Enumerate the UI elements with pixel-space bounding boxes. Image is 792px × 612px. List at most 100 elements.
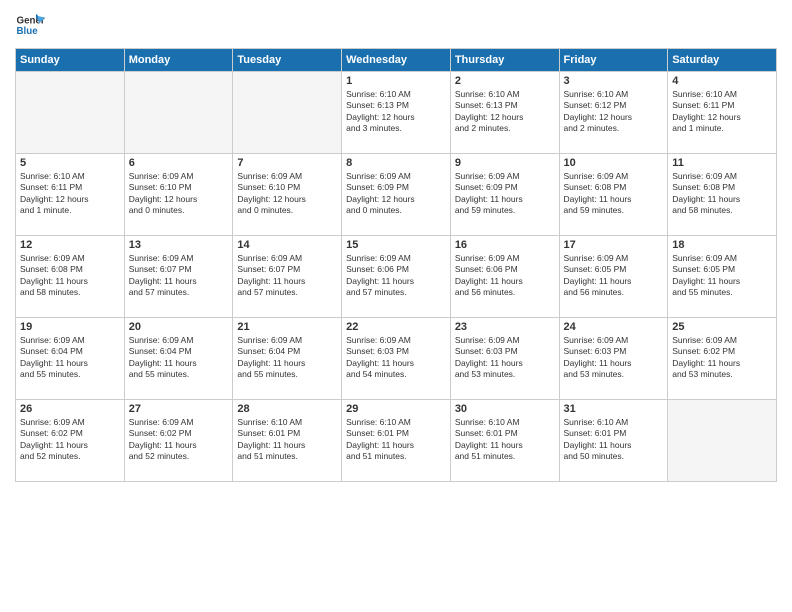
calendar-day-11: 11 Sunrise: 6:09 AM Sunset: 6:08 PM Dayli…	[668, 154, 777, 236]
calendar-day-21: 21Sunrise: 6:09 AM Sunset: 6:04 PM Dayli…	[233, 318, 342, 400]
day-info: Sunrise: 6:10 AM Sunset: 6:13 PM Dayligh…	[346, 89, 446, 135]
calendar-empty	[16, 72, 125, 154]
day-info: Sunrise: 6:10 AM Sunset: 6:12 PM Dayligh…	[564, 89, 664, 135]
day-number: 20	[129, 321, 229, 333]
day-header-wednesday: Wednesday	[342, 49, 451, 72]
day-info: Sunrise: 6:09 AM Sunset: 6:03 PM Dayligh…	[455, 335, 555, 381]
calendar-day-8: 8 Sunrise: 6:09 AM Sunset: 6:09 PM Daylig…	[342, 154, 451, 236]
day-info: Sunrise: 6:10 AM Sunset: 6:01 PM Dayligh…	[455, 417, 555, 463]
day-info: Sunrise: 6:09 AM Sunset: 6:09 PM Dayligh…	[455, 171, 555, 217]
day-number: 12	[20, 239, 120, 251]
calendar-day-7: 7 Sunrise: 6:09 AM Sunset: 6:10 PM Daylig…	[233, 154, 342, 236]
day-header-tuesday: Tuesday	[233, 49, 342, 72]
calendar-day-30: 30 Sunrise: 6:10 AM Sunset: 6:01 PM Dayli…	[450, 400, 559, 482]
day-info: Sunrise: 6:09 AM Sunset: 6:06 PM Dayligh…	[346, 253, 446, 299]
day-info: Sunrise: 6:10 AM Sunset: 6:01 PM Dayligh…	[346, 417, 446, 463]
day-info: Sunrise: 6:09 AM Sunset: 6:02 PM Dayligh…	[129, 417, 229, 463]
calendar-day-6: 6Sunrise: 6:09 AM Sunset: 6:10 PM Daylig…	[124, 154, 233, 236]
day-info: Sunrise: 6:09 AM Sunset: 6:05 PM Dayligh…	[564, 253, 664, 299]
day-info: Sunrise: 6:09 AM Sunset: 6:09 PM Dayligh…	[346, 171, 446, 217]
calendar-header-row: SundayMondayTuesdayWednesdayThursdayFrid…	[16, 49, 777, 72]
day-number: 30	[455, 403, 555, 415]
day-info: Sunrise: 6:09 AM Sunset: 6:03 PM Dayligh…	[346, 335, 446, 381]
calendar-week-4: 26Sunrise: 6:09 AM Sunset: 6:02 PM Dayli…	[16, 400, 777, 482]
calendar-day-13: 13 Sunrise: 6:09 AM Sunset: 6:07 PM Dayli…	[124, 236, 233, 318]
day-number: 31	[564, 403, 664, 415]
calendar-day-4: 4 Sunrise: 6:10 AM Sunset: 6:11 PM Daylig…	[668, 72, 777, 154]
day-number: 16	[455, 239, 555, 251]
day-info: Sunrise: 6:09 AM Sunset: 6:08 PM Dayligh…	[672, 171, 772, 217]
calendar-week-0: 1 Sunrise: 6:10 AM Sunset: 6:13 PM Daylig…	[16, 72, 777, 154]
day-number: 11	[672, 157, 772, 169]
calendar-week-3: 19 Sunrise: 6:09 AM Sunset: 6:04 PM Dayli…	[16, 318, 777, 400]
day-number: 14	[237, 239, 337, 251]
day-header-thursday: Thursday	[450, 49, 559, 72]
header: General Blue	[15, 10, 777, 40]
day-number: 24	[564, 321, 664, 333]
day-number: 8	[346, 157, 446, 169]
day-info: Sunrise: 6:10 AM Sunset: 6:13 PM Dayligh…	[455, 89, 555, 135]
page: General Blue SundayMondayTuesdayWednesda…	[0, 0, 792, 612]
calendar-day-27: 27 Sunrise: 6:09 AM Sunset: 6:02 PM Dayli…	[124, 400, 233, 482]
day-info: Sunrise: 6:09 AM Sunset: 6:07 PM Dayligh…	[237, 253, 337, 299]
day-number: 2	[455, 75, 555, 87]
day-header-monday: Monday	[124, 49, 233, 72]
svg-text:Blue: Blue	[17, 26, 39, 37]
day-info: Sunrise: 6:10 AM Sunset: 6:11 PM Dayligh…	[20, 171, 120, 217]
logo: General Blue	[15, 10, 47, 40]
day-number: 22	[346, 321, 446, 333]
day-number: 7	[237, 157, 337, 169]
calendar-day-9: 9 Sunrise: 6:09 AM Sunset: 6:09 PM Daylig…	[450, 154, 559, 236]
day-info: Sunrise: 6:09 AM Sunset: 6:02 PM Dayligh…	[672, 335, 772, 381]
calendar-day-22: 22 Sunrise: 6:09 AM Sunset: 6:03 PM Dayli…	[342, 318, 451, 400]
calendar-day-25: 25 Sunrise: 6:09 AM Sunset: 6:02 PM Dayli…	[668, 318, 777, 400]
calendar-day-20: 20 Sunrise: 6:09 AM Sunset: 6:04 PM Dayli…	[124, 318, 233, 400]
calendar-day-26: 26Sunrise: 6:09 AM Sunset: 6:02 PM Dayli…	[16, 400, 125, 482]
day-info: Sunrise: 6:09 AM Sunset: 6:08 PM Dayligh…	[20, 253, 120, 299]
calendar-day-12: 12 Sunrise: 6:09 AM Sunset: 6:08 PM Dayli…	[16, 236, 125, 318]
day-header-sunday: Sunday	[16, 49, 125, 72]
day-info: Sunrise: 6:09 AM Sunset: 6:04 PM Dayligh…	[237, 335, 337, 381]
day-number: 18	[672, 239, 772, 251]
day-number: 10	[564, 157, 664, 169]
day-number: 19	[20, 321, 120, 333]
calendar-day-5: 5 Sunrise: 6:10 AM Sunset: 6:11 PM Daylig…	[16, 154, 125, 236]
day-info: Sunrise: 6:09 AM Sunset: 6:06 PM Dayligh…	[455, 253, 555, 299]
day-number: 27	[129, 403, 229, 415]
calendar-day-19: 19 Sunrise: 6:09 AM Sunset: 6:04 PM Dayli…	[16, 318, 125, 400]
logo-icon: General Blue	[15, 10, 45, 40]
calendar-day-16: 16 Sunrise: 6:09 AM Sunset: 6:06 PM Dayli…	[450, 236, 559, 318]
day-header-saturday: Saturday	[668, 49, 777, 72]
day-number: 1	[346, 75, 446, 87]
calendar-week-1: 5 Sunrise: 6:10 AM Sunset: 6:11 PM Daylig…	[16, 154, 777, 236]
calendar-empty	[233, 72, 342, 154]
day-number: 28	[237, 403, 337, 415]
day-info: Sunrise: 6:09 AM Sunset: 6:10 PM Dayligh…	[237, 171, 337, 217]
calendar-day-31: 31Sunrise: 6:10 AM Sunset: 6:01 PM Dayli…	[559, 400, 668, 482]
day-number: 17	[564, 239, 664, 251]
day-number: 5	[20, 157, 120, 169]
day-number: 13	[129, 239, 229, 251]
day-number: 29	[346, 403, 446, 415]
calendar-day-2: 2 Sunrise: 6:10 AM Sunset: 6:13 PM Daylig…	[450, 72, 559, 154]
calendar-day-18: 18Sunrise: 6:09 AM Sunset: 6:05 PM Dayli…	[668, 236, 777, 318]
day-number: 9	[455, 157, 555, 169]
calendar-day-3: 3Sunrise: 6:10 AM Sunset: 6:12 PM Daylig…	[559, 72, 668, 154]
day-info: Sunrise: 6:09 AM Sunset: 6:04 PM Dayligh…	[129, 335, 229, 381]
day-number: 4	[672, 75, 772, 87]
day-info: Sunrise: 6:09 AM Sunset: 6:03 PM Dayligh…	[564, 335, 664, 381]
day-info: Sunrise: 6:10 AM Sunset: 6:11 PM Dayligh…	[672, 89, 772, 135]
day-number: 6	[129, 157, 229, 169]
calendar-day-24: 24 Sunrise: 6:09 AM Sunset: 6:03 PM Dayli…	[559, 318, 668, 400]
calendar-day-17: 17 Sunrise: 6:09 AM Sunset: 6:05 PM Dayli…	[559, 236, 668, 318]
day-info: Sunrise: 6:09 AM Sunset: 6:07 PM Dayligh…	[129, 253, 229, 299]
day-number: 25	[672, 321, 772, 333]
calendar-day-1: 1 Sunrise: 6:10 AM Sunset: 6:13 PM Daylig…	[342, 72, 451, 154]
calendar-empty	[124, 72, 233, 154]
calendar-day-10: 10Sunrise: 6:09 AM Sunset: 6:08 PM Dayli…	[559, 154, 668, 236]
calendar-day-28: 28Sunrise: 6:10 AM Sunset: 6:01 PM Dayli…	[233, 400, 342, 482]
day-number: 15	[346, 239, 446, 251]
day-info: Sunrise: 6:09 AM Sunset: 6:04 PM Dayligh…	[20, 335, 120, 381]
calendar-day-23: 23Sunrise: 6:09 AM Sunset: 6:03 PM Dayli…	[450, 318, 559, 400]
calendar-day-14: 14 Sunrise: 6:09 AM Sunset: 6:07 PM Dayli…	[233, 236, 342, 318]
